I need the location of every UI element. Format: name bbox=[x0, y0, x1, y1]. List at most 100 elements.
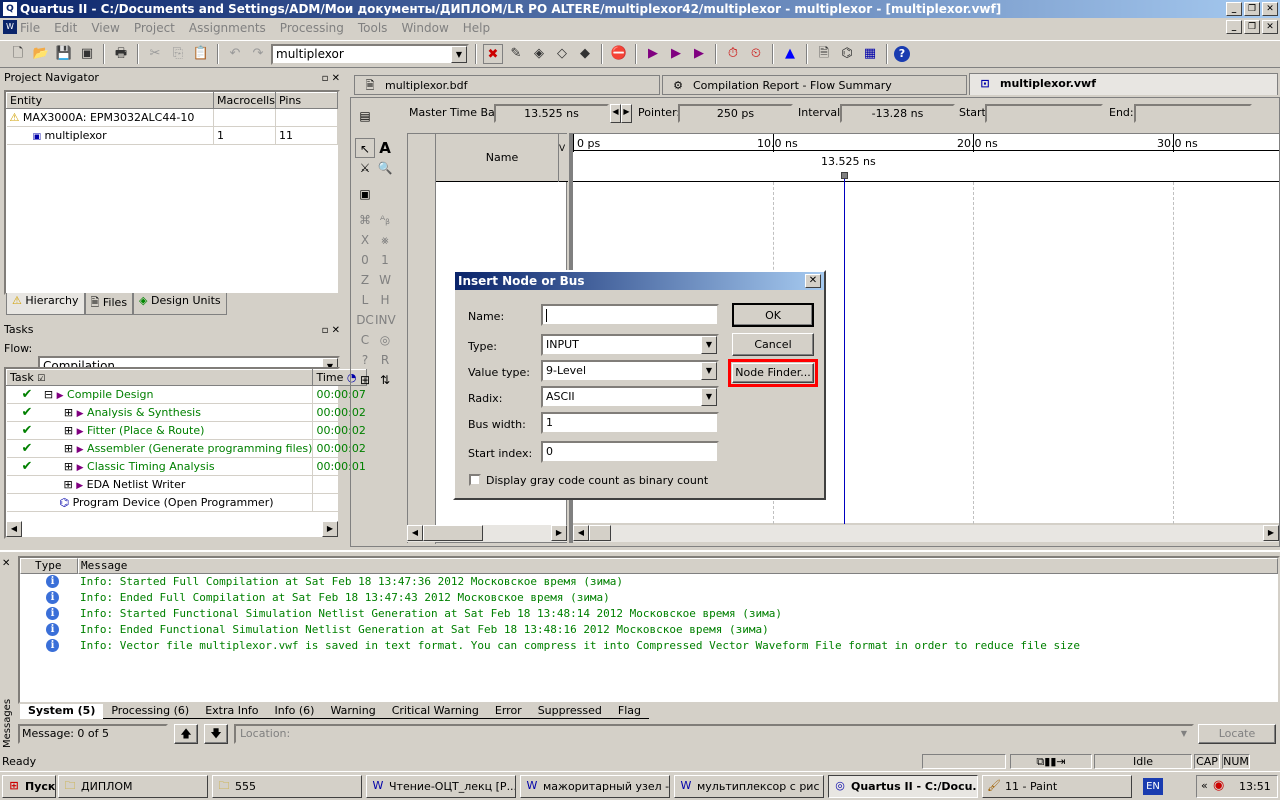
chevron-down-icon[interactable]: ▼ bbox=[701, 336, 717, 354]
tab-info[interactable]: Info (6) bbox=[266, 704, 323, 719]
assignment-editor-icon[interactable]: ✖ bbox=[483, 44, 503, 64]
cancel-button[interactable]: Cancel bbox=[732, 333, 814, 356]
menu-processing[interactable]: Processing bbox=[280, 21, 344, 35]
menu-tools[interactable]: Tools bbox=[358, 21, 388, 35]
close-button[interactable]: ✕ bbox=[1262, 2, 1278, 16]
chevron-down-icon[interactable]: ▼ bbox=[701, 388, 717, 406]
col-pins[interactable]: Pins bbox=[275, 92, 338, 109]
netlist-viewer-icon[interactable]: ⌬ bbox=[837, 44, 857, 64]
start-button[interactable]: ⊞ Пуск bbox=[2, 775, 56, 798]
menu-file[interactable]: File bbox=[20, 21, 40, 35]
message-row[interactable]: i Info: Ended Functional Simulation Netli… bbox=[20, 622, 1278, 638]
prev-message-icon[interactable]: 🡅 bbox=[174, 724, 198, 744]
value-column-header[interactable]: V bbox=[558, 134, 568, 182]
task-row[interactable]: ⊞ ▶ EDA Netlist Writer bbox=[6, 475, 367, 494]
name-input[interactable] bbox=[541, 304, 719, 326]
task-row[interactable]: ⌬ Program Device (Open Programmer) bbox=[6, 493, 367, 512]
tab-extra-info[interactable]: Extra Info bbox=[197, 704, 267, 719]
arbitrary-value-icon[interactable]: ? bbox=[355, 350, 375, 370]
message-row[interactable]: i Info: Vector file multiplexor.vwf is sa… bbox=[20, 638, 1278, 654]
replace-icon[interactable]: ᴬᵦ bbox=[375, 210, 395, 230]
snap-grid-icon[interactable]: ⊞ bbox=[355, 370, 375, 390]
scroll-left-icon[interactable]: ◀ bbox=[573, 525, 589, 541]
locate-button[interactable]: Locate bbox=[1198, 724, 1276, 744]
master-time-field[interactable]: 13.525 ns bbox=[494, 104, 609, 123]
play-icon[interactable]: ▶ bbox=[76, 481, 83, 491]
compilation-report-icon[interactable]: 🗎 bbox=[814, 44, 834, 64]
save-all-icon[interactable]: ▣ bbox=[77, 44, 97, 64]
task-row[interactable]: ✔ ⊞ ▶ Analysis & Synthesis 00:00:02 bbox=[6, 403, 367, 422]
menu-project[interactable]: Project bbox=[134, 21, 175, 35]
dont-care-icon[interactable]: DC bbox=[355, 310, 375, 330]
tab-hierarchy[interactable]: ⚠ Hierarchy bbox=[6, 293, 85, 315]
col-entity[interactable]: Entity bbox=[6, 92, 214, 109]
message-row[interactable]: i Info: Ended Full Compilation at Sat Feb… bbox=[20, 590, 1278, 606]
menu-view[interactable]: View bbox=[91, 21, 119, 35]
programmer-icon[interactable]: ⌬ bbox=[60, 496, 70, 509]
radix-select[interactable]: ASCII ▼ bbox=[541, 386, 719, 408]
tray-expand-icon[interactable]: « bbox=[1201, 779, 1208, 792]
col-task[interactable]: Task ☑ bbox=[5, 369, 314, 386]
messages-close-icon[interactable]: ✕ bbox=[2, 558, 10, 569]
dialog-close-icon[interactable]: ✕ bbox=[805, 274, 821, 288]
stop-icon[interactable]: ⛔ bbox=[609, 44, 629, 64]
tab-processing[interactable]: Processing (6) bbox=[103, 704, 198, 719]
location-field[interactable]: Location: ▼ bbox=[234, 724, 1194, 744]
text-tool-icon[interactable]: A bbox=[375, 138, 395, 158]
next-message-icon[interactable]: 🡇 bbox=[204, 724, 228, 744]
navigator-close-icon[interactable]: ▫ ✕ bbox=[322, 71, 340, 87]
minimize-button[interactable]: _ bbox=[1226, 2, 1242, 16]
col-macrocells[interactable]: Macrocells bbox=[213, 92, 276, 109]
menu-assignments[interactable]: Assignments bbox=[189, 21, 266, 35]
expand-icon[interactable]: ⊞ bbox=[64, 442, 73, 455]
expand-icon[interactable]: ⊞ bbox=[64, 460, 73, 473]
master-time-stepper[interactable]: ◀ ▶ bbox=[610, 104, 632, 123]
start-index-input[interactable]: 0 bbox=[541, 441, 719, 463]
task-row[interactable]: ✔ ⊞ ▶ Fitter (Place & Route) 00:00:02 bbox=[6, 421, 367, 440]
waveform-window-icon[interactable]: ▤ bbox=[355, 106, 375, 126]
weak-high-icon[interactable]: H bbox=[375, 290, 395, 310]
sort-icon[interactable]: ⇅ bbox=[375, 370, 395, 390]
high-impedance-icon[interactable]: Z bbox=[355, 270, 375, 290]
new-file-icon[interactable]: 🗋 bbox=[8, 44, 28, 64]
menu-edit[interactable]: Edit bbox=[54, 21, 77, 35]
scroll-right-icon[interactable]: ▶ bbox=[1263, 525, 1279, 541]
cut-icon[interactable]: ✂ bbox=[145, 44, 165, 64]
value-type-select[interactable]: 9-Level ▼ bbox=[541, 360, 719, 382]
selection-tool-icon[interactable]: ↖ bbox=[355, 138, 375, 158]
language-indicator[interactable]: EN bbox=[1143, 778, 1163, 795]
unknown-icon[interactable]: ⨳ bbox=[375, 230, 395, 250]
print-icon[interactable]: 🖶 bbox=[111, 44, 131, 64]
chevron-down-icon[interactable]: ▼ bbox=[701, 362, 717, 380]
tab-suppressed[interactable]: Suppressed bbox=[529, 704, 610, 719]
restore-button[interactable]: ❐ bbox=[1244, 2, 1260, 16]
tab-files[interactable]: 🗎 Files bbox=[84, 293, 134, 315]
tab-design-units[interactable]: ◈ Design Units bbox=[133, 293, 227, 315]
entity-combo[interactable]: multiplexor ▼ bbox=[271, 43, 469, 65]
task-row[interactable]: ✔ ⊞ ▶ Assembler (Generate programming fi… bbox=[6, 439, 367, 458]
play-icon[interactable]: ▶ bbox=[77, 445, 84, 455]
chevron-down-icon[interactable]: ▼ bbox=[1176, 726, 1192, 742]
task-row[interactable]: ✔ ⊟ ▶ Compile Design 00:00:07 bbox=[6, 385, 367, 404]
taskbar-item[interactable]: Wмажоритарный узел -... bbox=[520, 775, 670, 798]
redo-icon[interactable]: ↷ bbox=[248, 44, 268, 64]
taskbar-item[interactable]: Wмультиплексор с рис ... bbox=[674, 775, 824, 798]
find-icon[interactable]: ⌘ bbox=[355, 210, 375, 230]
save-icon[interactable]: 💾 bbox=[54, 44, 74, 64]
chip-planner-icon[interactable]: ◇ bbox=[552, 44, 572, 64]
waveform-edit-icon[interactable]: ⚔ bbox=[355, 158, 375, 178]
forcing-low-icon[interactable]: 0 bbox=[355, 250, 375, 270]
tab-multiplexor-vwf[interactable]: ⊡ multiplexor.vwf bbox=[969, 73, 1278, 95]
messages-list[interactable]: Type Message i Info: Started Full Compila… bbox=[18, 556, 1280, 704]
doc-restore-button[interactable]: ❐ bbox=[1244, 20, 1260, 34]
tab-compilation-report[interactable]: ⚙ Compilation Report - Flow Summary bbox=[662, 75, 967, 95]
doc-minimize-button[interactable]: _ bbox=[1226, 20, 1242, 34]
weak-unknown-icon[interactable]: W bbox=[375, 270, 395, 290]
type-select[interactable]: INPUT ▼ bbox=[541, 334, 719, 356]
paste-icon[interactable]: 📋 bbox=[191, 44, 211, 64]
copy-icon[interactable]: ⎘ bbox=[168, 44, 188, 64]
tab-warning[interactable]: Warning bbox=[322, 704, 384, 719]
taskbar-item[interactable]: 🗀 ДИПЛОМ bbox=[58, 775, 208, 798]
node-finder-button[interactable]: Node Finder... bbox=[732, 363, 814, 383]
table-row[interactable]: ▣ multiplexor 1 11 bbox=[6, 126, 338, 145]
